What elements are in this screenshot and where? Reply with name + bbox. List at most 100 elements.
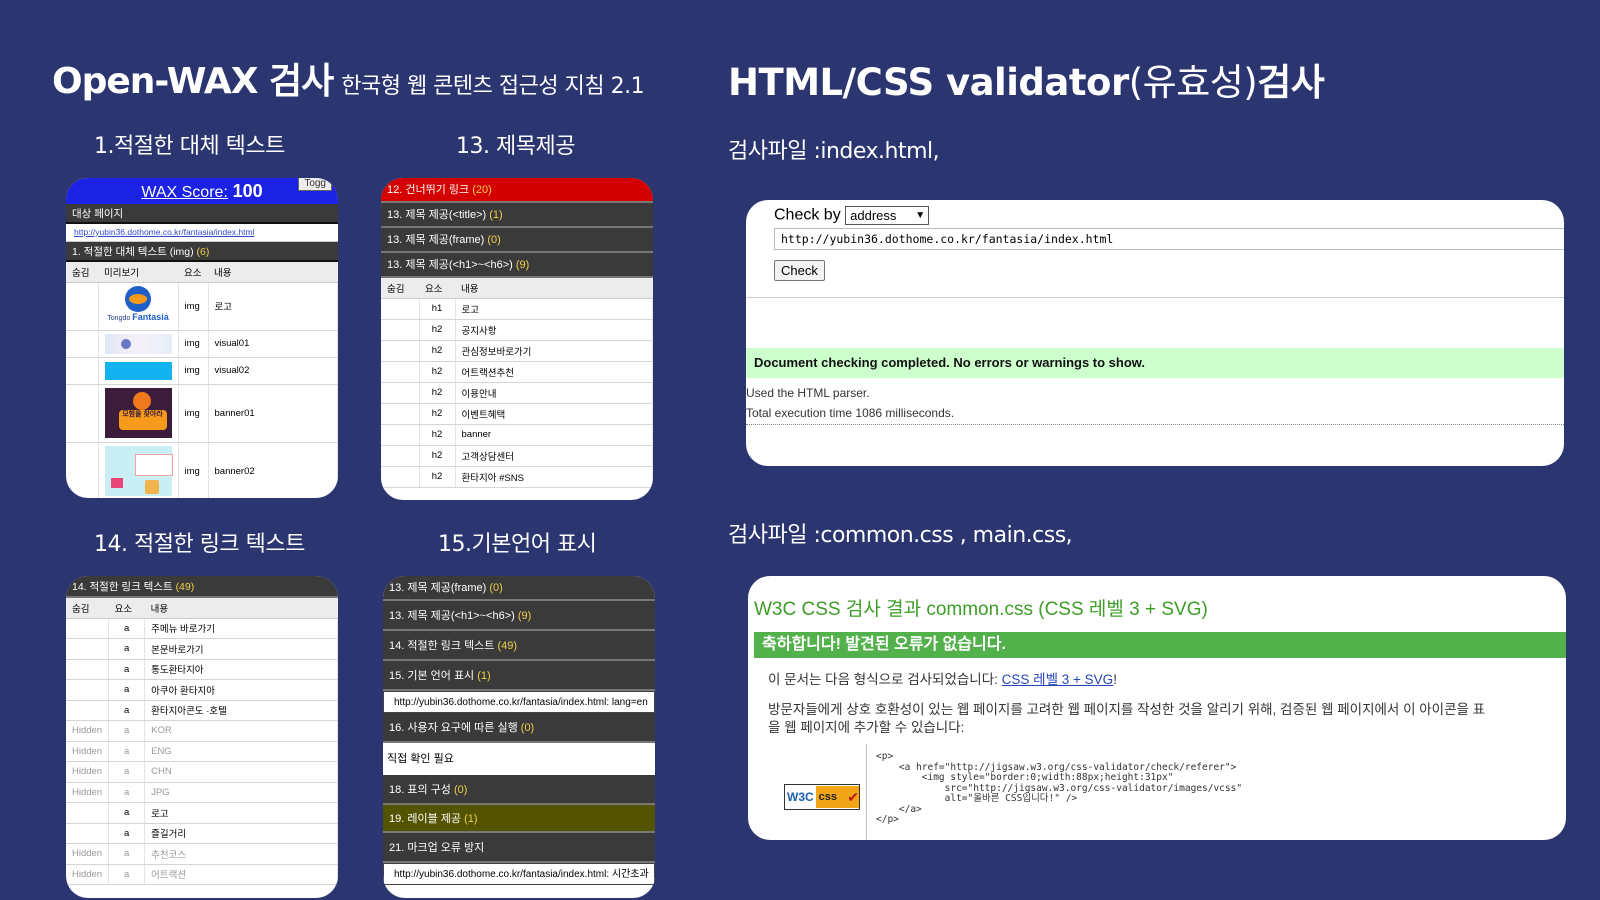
cell-content: 어트랙션추천 [455,361,653,383]
col-hidden: 숨김 [66,598,109,619]
wax-panel-lang: 13. 제목 제공(frame) (0) 13. 제목 제공(<h1>~<h6>… [383,576,655,898]
cell-hidden [66,802,110,824]
css-success-banner: 축하합니다! 발견된 오류가 없습니다. [754,632,1566,658]
cell-hidden [66,700,110,721]
wax-section-lang[interactable]: 15. 기본 언어 표시 (1) [383,661,655,691]
wax-section-links[interactable]: 14. 적절한 링크 텍스트 (49) [383,631,655,661]
check-button[interactable]: Check [774,260,825,281]
wax-section-headings[interactable]: 13. 제목 제공(<h1>~<h6>) (9) [383,601,655,631]
cell-element: a [108,720,146,742]
table-row: a 로고 [66,802,338,824]
checkmark-icon: ✔ [847,788,859,805]
caption-link-text: 14. 적절한 링크 텍스트 [94,532,305,557]
wax-section-table[interactable]: 18. 표의 구성 (0) [383,775,655,805]
left-title: Open-WAX 검사 한국형 웹 콘텐츠 접근성 지침 2.1 [52,52,645,104]
col-content: 내용 [144,598,338,619]
section-label: 13. 제목 제공(frame) [389,582,487,594]
cell-content: 로고 [455,298,653,320]
cell-hidden [381,298,420,320]
section-label: 12. 건너뛰기 링크 [387,184,470,196]
cell-content: 주메뉴 바로가기 [144,618,338,639]
validation-result: Document checking completed. No errors o… [746,348,1564,378]
wax-panel-link-text: 14. 적절한 링크 텍스트 (49) 숨김 요소 내용 a 주메뉴 바로가기 a 본… [66,576,338,898]
section-count: (1) [489,209,503,221]
col-hidden: 숨김 [66,262,98,283]
cell-element: h2 [419,445,456,467]
section-count: (0) [520,722,535,734]
cell-hidden [66,638,110,660]
banner-text: 모험을 찾아라 [118,410,167,430]
chevron-down-icon: ▼ [915,210,926,221]
wax-section-links[interactable]: 14. 적절한 링크 텍스트 (49) [66,576,338,598]
wax-section-markup[interactable]: 21. 마크업 오류 방지 [383,833,655,863]
w3c-css-badge[interactable]: W3C css ✔ [784,784,860,810]
cell-hidden [381,403,420,425]
cell-content: 어트랙션 [144,864,338,885]
col-content: 내용 [208,262,338,283]
wax-section-user-exec[interactable]: 16. 사용자 요구에 따른 실행 (0) [383,713,655,743]
url-input[interactable]: http://yubin36.dothome.co.kr/fantasia/in… [774,228,1564,250]
select-value: address [850,208,897,223]
headings-table: 숨김 요소 내용 h1 로고 h2 공지사항 h2 관심정보바로가기 h2 어트랙션추천 h2 이… [381,278,653,488]
wax-section-label-provide[interactable]: 19. 레이블 제공 (1) [383,805,655,833]
cell-element: img [178,442,209,498]
cell-content: 로고 [208,282,338,331]
css-validator-panel: W3C CSS 검사 결과 common.css (CSS 레벨 3 + SVG… [748,576,1566,840]
table-row: a 환타지아콘도 ·호텔 [66,700,338,721]
wax-section-skip[interactable]: 12. 건너뛰기 링크 (20) [381,178,653,203]
section-count: (9) [515,259,530,271]
cell-hidden [381,319,420,341]
cell-element: a [108,864,146,885]
cell-hidden: Hidden [66,720,110,742]
table-row: Hidden a ENG [66,741,338,762]
cell-element: a [108,843,146,865]
cell-element: h2 [419,403,456,425]
wax-section-frame[interactable]: 13. 제목 제공(frame) (0) [383,576,655,601]
preview-visual02 [98,357,179,385]
check-by-select[interactable]: address ▼ [845,206,930,225]
section-label: 16. 사용자 요구에 따른 실행 [389,722,518,734]
wax-score-label[interactable]: WAX Score: [141,184,228,201]
cell-content: 공지사항 [455,319,653,341]
cell-content: visual02 [208,357,338,385]
table-row: h2 이벤트혜택 [381,403,653,425]
preview-visual01 [98,330,179,358]
logo-text: Tongdo [107,315,131,322]
cell-hidden: Hidden [66,761,110,783]
wax-target-url[interactable]: http://yubin36.dothome.co.kr/fantasia/in… [66,224,338,242]
wax-panel-alt-text: WAX Score: 100 Togg 대상 페이지 http://yubin3… [66,178,338,498]
wax-section-alt[interactable]: 1. 적절한 대체 텍스트 (img) (6) [66,242,338,262]
left-subtitle: 한국형 웹 콘텐츠 접근성 지침 2.1 [341,74,645,99]
col-preview: 미리보기 [98,262,178,283]
wax-toggle-button[interactable]: Togg [298,178,332,191]
table-row: Hidden a 추천코스 [66,843,338,865]
cell-element: a [108,618,146,639]
cell-content: ENG [144,741,338,762]
cell-content: banner01 [208,384,338,443]
cell-element: h2 [419,424,456,446]
section-label: 21. 마크업 오류 방지 [389,842,485,854]
wax-section-headings[interactable]: 13. 제목 제공(<h1>~<h6>) (9) [381,253,653,278]
table-row: h2 이용안내 [381,382,653,404]
cell-element: a [108,659,146,680]
section-count: (0) [489,582,503,594]
wax-section-frame[interactable]: 13. 제목 제공(frame) (0) [381,228,653,253]
css-result-title: W3C CSS 검사 결과 common.css (CSS 레벨 3 + SVG… [754,599,1208,620]
cell-element: a [108,741,146,762]
cell-hidden [66,659,110,680]
cell-content: banner02 [208,442,338,498]
file-label-css: 검사파일 :common.css , main.css, [728,523,1073,548]
section-label: 13. 제목 제공(<h1>~<h6>) [387,259,513,271]
cell-content: 관심정보바로가기 [455,340,653,362]
table-row: h1 로고 [381,298,653,320]
table-row: img visual02 [66,357,338,385]
cell-element: h2 [419,361,456,383]
table-row: a 통도환타지아 [66,659,338,680]
profile-end: ! [1113,672,1117,687]
profile-link[interactable]: CSS 레벨 3 + SVG [1002,672,1114,687]
section-count: (49) [175,581,195,593]
cell-element: a [108,761,146,783]
cell-hidden: Hidden [66,864,110,885]
wax-section-title[interactable]: 13. 제목 제공(<title>) (1) [381,203,653,228]
section-label: 13. 제목 제공(<h1>~<h6>) [389,610,515,622]
